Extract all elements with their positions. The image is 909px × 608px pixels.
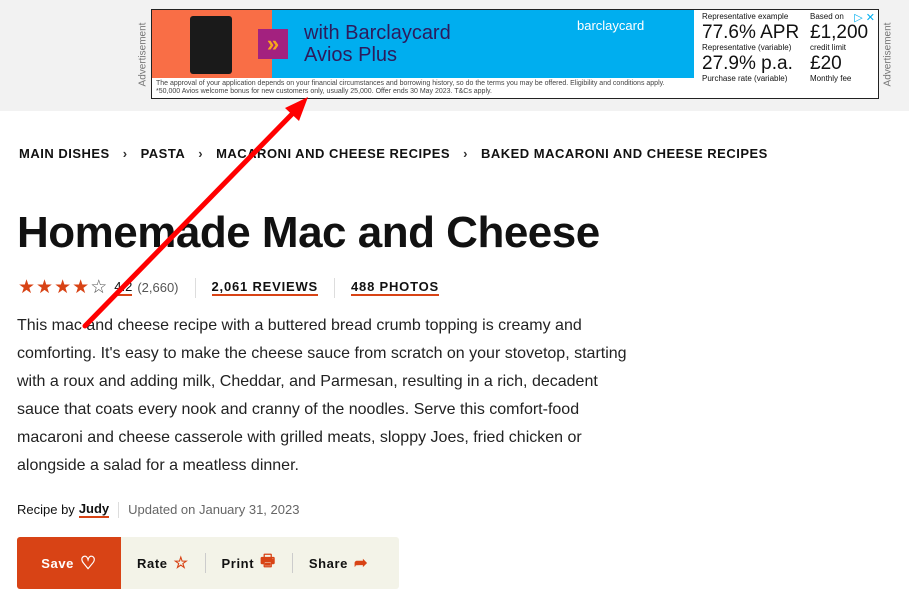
breadcrumb-item[interactable]: PASTA [141,146,186,161]
breadcrumb: MAIN DISHES › PASTA › MACARONI AND CHEESE … [19,146,768,161]
chevron-right-icon: › [122,146,128,161]
star-full-icon: ★ [18,277,36,298]
byline: Recipe by Judy Updated on January 31, 20… [17,501,300,518]
recipe-description: This mac and cheese recipe with a butter… [17,317,627,474]
rating-value[interactable]: 4.2 [114,279,133,296]
ad-headline: with Barclaycard Avios Plus [304,22,451,66]
reviews-link[interactable]: 2,061 REVIEWS [211,279,319,296]
chevron-right-icon: › [198,146,204,161]
ad-label: Advertisement [137,22,149,87]
star-icon: ☆ [173,555,189,572]
advertisement-banner[interactable]: » with Barclaycard Avios Plus barclaycard… [151,9,879,99]
share-button[interactable]: Share ➦ [293,537,384,589]
save-button[interactable]: Save ♡ [17,537,121,589]
updated-date: Updated on January 31, 2023 [128,502,300,517]
rating-count: (2,660) [137,280,179,295]
star-full-icon: ★ [72,277,90,298]
ad-label: Advertisement [882,22,894,87]
star-full-icon: ★ [54,277,72,298]
rate-button[interactable]: Rate ☆ [121,537,205,589]
ad-rates: Representative example 77.6% APR Represe… [702,12,800,83]
chevron-logo-icon: » [258,29,288,59]
adchoices-close-icon[interactable]: ▷ ✕ [854,11,875,24]
photos-link[interactable]: 488 PHOTOS [351,279,439,296]
recipe-actions: Save ♡ Rate ☆ Print 🖶 Share ➦ [17,537,399,589]
share-arrow-icon: ➦ [354,555,369,572]
breadcrumb-item[interactable]: MAIN DISHES [19,146,110,161]
author-link[interactable]: Judy [78,501,110,518]
star-full-icon: ★ [36,277,54,298]
page-title: Homemade Mac and Cheese [17,208,600,257]
ad-bar: Advertisement Advertisement » with Barcl… [0,0,909,111]
breadcrumb-item[interactable]: MACARONI AND CHEESE RECIPES [216,146,450,161]
ad-disclaimer: The approval of your application depends… [156,80,665,95]
print-button[interactable]: Print 🖶 [206,537,292,589]
credit-card-image [190,16,232,74]
barclaycard-logo: barclaycard [577,18,645,33]
chevron-right-icon: › [463,146,468,161]
breadcrumb-item[interactable]: BAKED MACARONI AND CHEESE RECIPES [481,146,768,161]
star-empty-icon: ☆ [90,277,108,298]
printer-icon: 🖶 [260,552,276,570]
rating-row: ★ ★ ★ ★ ☆ 4.2 (2,660) 2,061 REVIEWS 488 … [18,276,439,299]
heart-icon: ♡ [80,552,97,573]
